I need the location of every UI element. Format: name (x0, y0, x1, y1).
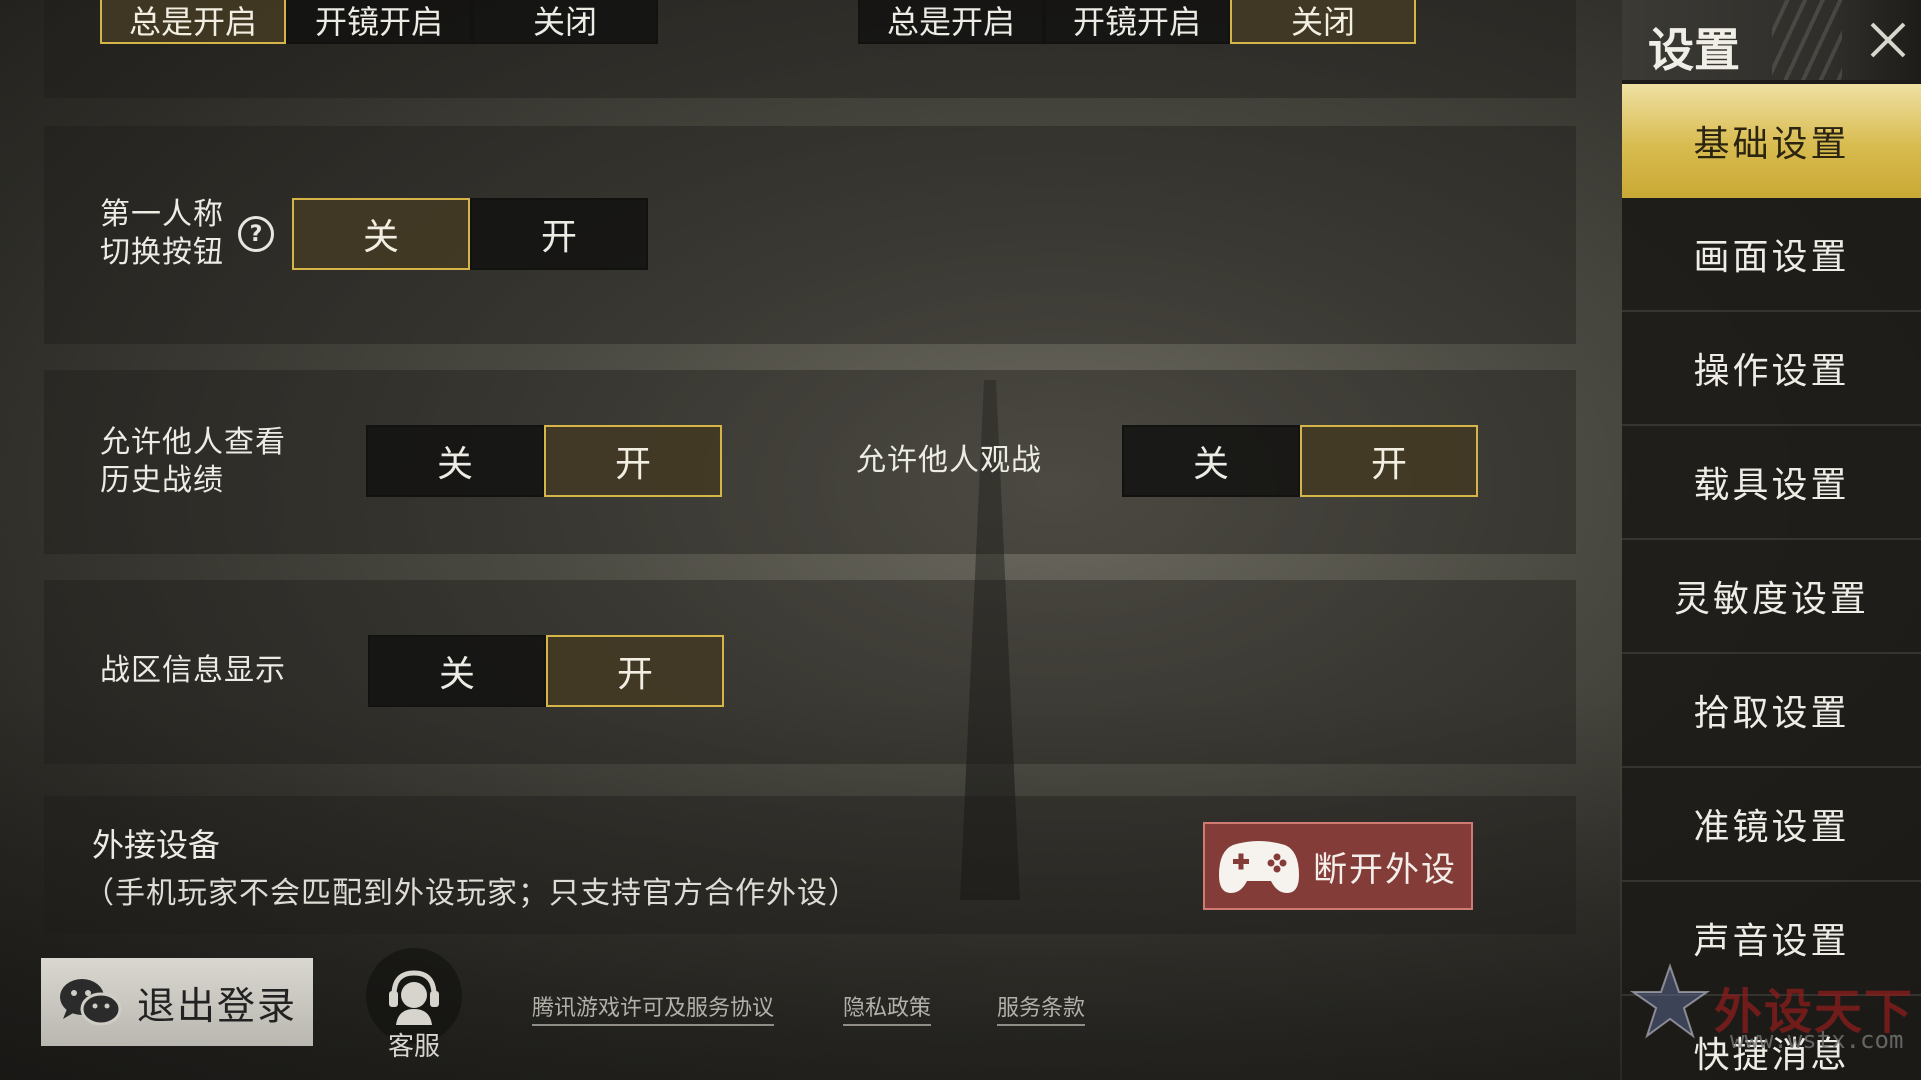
top-left-option-scope[interactable]: 开镜开启 (286, 0, 472, 44)
sidebar-title: 设置 (1648, 23, 1740, 77)
customer-service-label: 客服 (387, 1032, 440, 1062)
close-icon (1870, 22, 1906, 58)
zone-info-toggle: 关 开 (368, 635, 724, 707)
gamepad-icon (1219, 841, 1299, 893)
top-right-segment: 总是开启 开镜开启 关闭 (858, 0, 1416, 68)
history-label: 允许他人查看 历史战绩 (100, 425, 286, 498)
top-left-option-off[interactable]: 关闭 (472, 0, 658, 44)
terms-of-service-link[interactable]: 服务条款 (997, 990, 1086, 1026)
watermark-url: www.wstx.com (1730, 1026, 1904, 1054)
sidebar-item-sensitivity[interactable]: 灵敏度设置 (1622, 540, 1921, 654)
help-icon[interactable]: ? (238, 216, 274, 252)
top-right-option-always[interactable]: 总是开启 (858, 0, 1044, 44)
top-left-segment: 总是开启 开镜开启 关闭 (100, 0, 658, 68)
license-agreement-link[interactable]: 腾讯游戏许可及服务协议 (532, 990, 775, 1026)
top-left-option-always[interactable]: 总是开启 (100, 0, 286, 44)
logout-button[interactable]: 退出登录 (41, 958, 313, 1046)
sidebar-item-controls[interactable]: 操作设置 (1622, 312, 1921, 426)
zone-info-off-button[interactable]: 关 (368, 635, 546, 707)
spectate-label: 允许他人观战 (856, 443, 1042, 478)
first-person-off-button[interactable]: 关 (292, 198, 470, 270)
disconnect-device-label: 断开外设 (1313, 849, 1457, 890)
external-device-subtitle: （手机玩家不会匹配到外设玩家；只支持官方合作外设） (84, 876, 859, 911)
disconnect-device-button[interactable]: 断开外设 (1203, 822, 1473, 910)
sidebar-item-vehicle[interactable]: 载具设置 (1622, 426, 1921, 540)
spectate-on-button[interactable]: 开 (1300, 425, 1478, 497)
spectate-off-button[interactable]: 关 (1122, 425, 1300, 497)
top-right-option-off[interactable]: 关闭 (1230, 0, 1416, 44)
watermark: 外设天下 www.wstx.com (1630, 962, 1920, 1062)
privacy-policy-link[interactable]: 隐私政策 (843, 990, 932, 1026)
first-person-label: 第一人称 切换按钮 (100, 197, 224, 270)
external-device-title: 外接设备 (92, 826, 221, 864)
zone-info-on-button[interactable]: 开 (546, 635, 724, 707)
logout-label: 退出登录 (137, 983, 298, 1028)
headset-icon (389, 970, 439, 1025)
spectate-toggle: 关 开 (1122, 425, 1478, 497)
sidebar-item-scope[interactable]: 准镜设置 (1622, 768, 1921, 882)
top-right-option-scope[interactable]: 开镜开启 (1044, 0, 1230, 44)
sidebar-item-graphics[interactable]: 画面设置 (1622, 198, 1921, 312)
sidebar-header: 设置 (1622, 0, 1921, 80)
customer-service-button[interactable]: 客服 (364, 948, 464, 1062)
wechat-icon (60, 979, 122, 1026)
sidebar-item-pickup[interactable]: 拾取设置 (1622, 654, 1921, 768)
zone-info-label: 战区信息显示 (100, 653, 286, 688)
first-person-on-button[interactable]: 开 (470, 198, 648, 270)
sidebar-item-basic[interactable]: 基础设置 (1622, 84, 1921, 198)
close-button[interactable] (1858, 10, 1918, 70)
header-stripes (1772, 0, 1842, 80)
settings-sidebar: 设置 基础设置 画面设置 操作设置 载具设置 灵敏度设置 拾取设置 准镜设置 声… (1622, 0, 1921, 1080)
first-person-toggle: 关 开 (292, 198, 648, 270)
history-off-button[interactable]: 关 (366, 425, 544, 497)
history-toggle: 关 开 (366, 425, 722, 497)
star-logo-icon (1630, 962, 1710, 1039)
history-on-button[interactable]: 开 (544, 425, 722, 497)
